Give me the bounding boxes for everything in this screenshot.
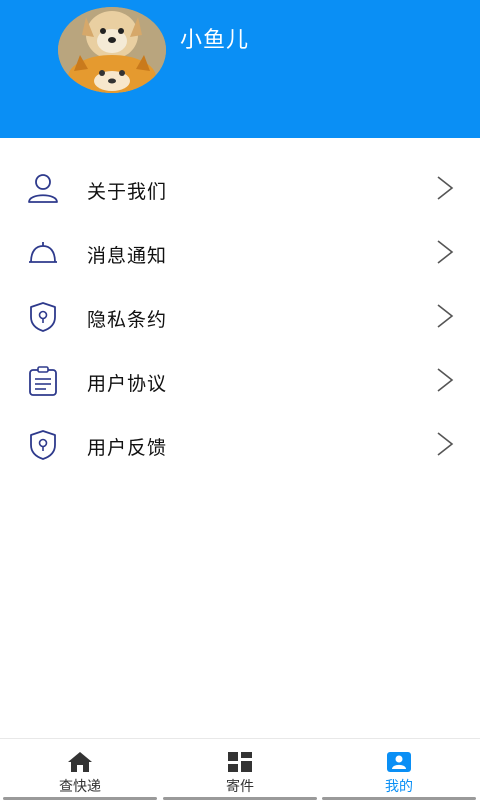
tab-mine[interactable]: 我的 [322, 739, 476, 801]
menu-item-label: 消息通知 [87, 245, 168, 267]
chevron-right-icon [437, 304, 454, 328]
settings-menu: 关于我们 消息通知 隐私条约 用户协议 用户反馈 [0, 158, 480, 478]
profile-header: 小鱼儿 [0, 0, 480, 138]
menu-item-notifications[interactable]: 消息通知 [0, 222, 480, 286]
avatar[interactable] [58, 7, 166, 93]
home-icon [68, 752, 92, 772]
menu-item-user-agreement[interactable]: 用户协议 [0, 350, 480, 414]
menu-item-label: 用户协议 [87, 373, 168, 395]
menu-item-label: 隐私条约 [87, 309, 168, 331]
menu-item-label: 关于我们 [87, 181, 168, 203]
shiba-dog-avatar-icon [58, 7, 166, 93]
chevron-right-icon [437, 240, 454, 264]
menu-item-label: 用户反馈 [87, 437, 168, 459]
menu-item-privacy-policy[interactable]: 隐私条约 [0, 286, 480, 350]
tab-query-express[interactable]: 查快递 [3, 739, 157, 801]
bell-icon [29, 242, 57, 263]
clipboard-icon [29, 366, 57, 396]
bottom-nav: 查快递 寄件 我的 [0, 738, 480, 801]
profile-card-icon [387, 752, 411, 772]
tab-label: 我的 [385, 779, 413, 795]
user-icon [28, 174, 58, 203]
shield-icon [30, 302, 56, 332]
tab-send-package[interactable]: 寄件 [163, 739, 317, 801]
menu-item-about-us[interactable]: 关于我们 [0, 158, 480, 222]
chevron-right-icon [437, 368, 454, 392]
chevron-right-icon [437, 432, 454, 456]
tab-label: 寄件 [226, 779, 254, 795]
grid-icon [228, 752, 252, 772]
shield-icon [30, 430, 56, 460]
tab-label: 查快递 [59, 779, 101, 795]
username: 小鱼儿 [180, 28, 250, 53]
chevron-right-icon [437, 176, 454, 200]
menu-item-user-feedback[interactable]: 用户反馈 [0, 414, 480, 478]
